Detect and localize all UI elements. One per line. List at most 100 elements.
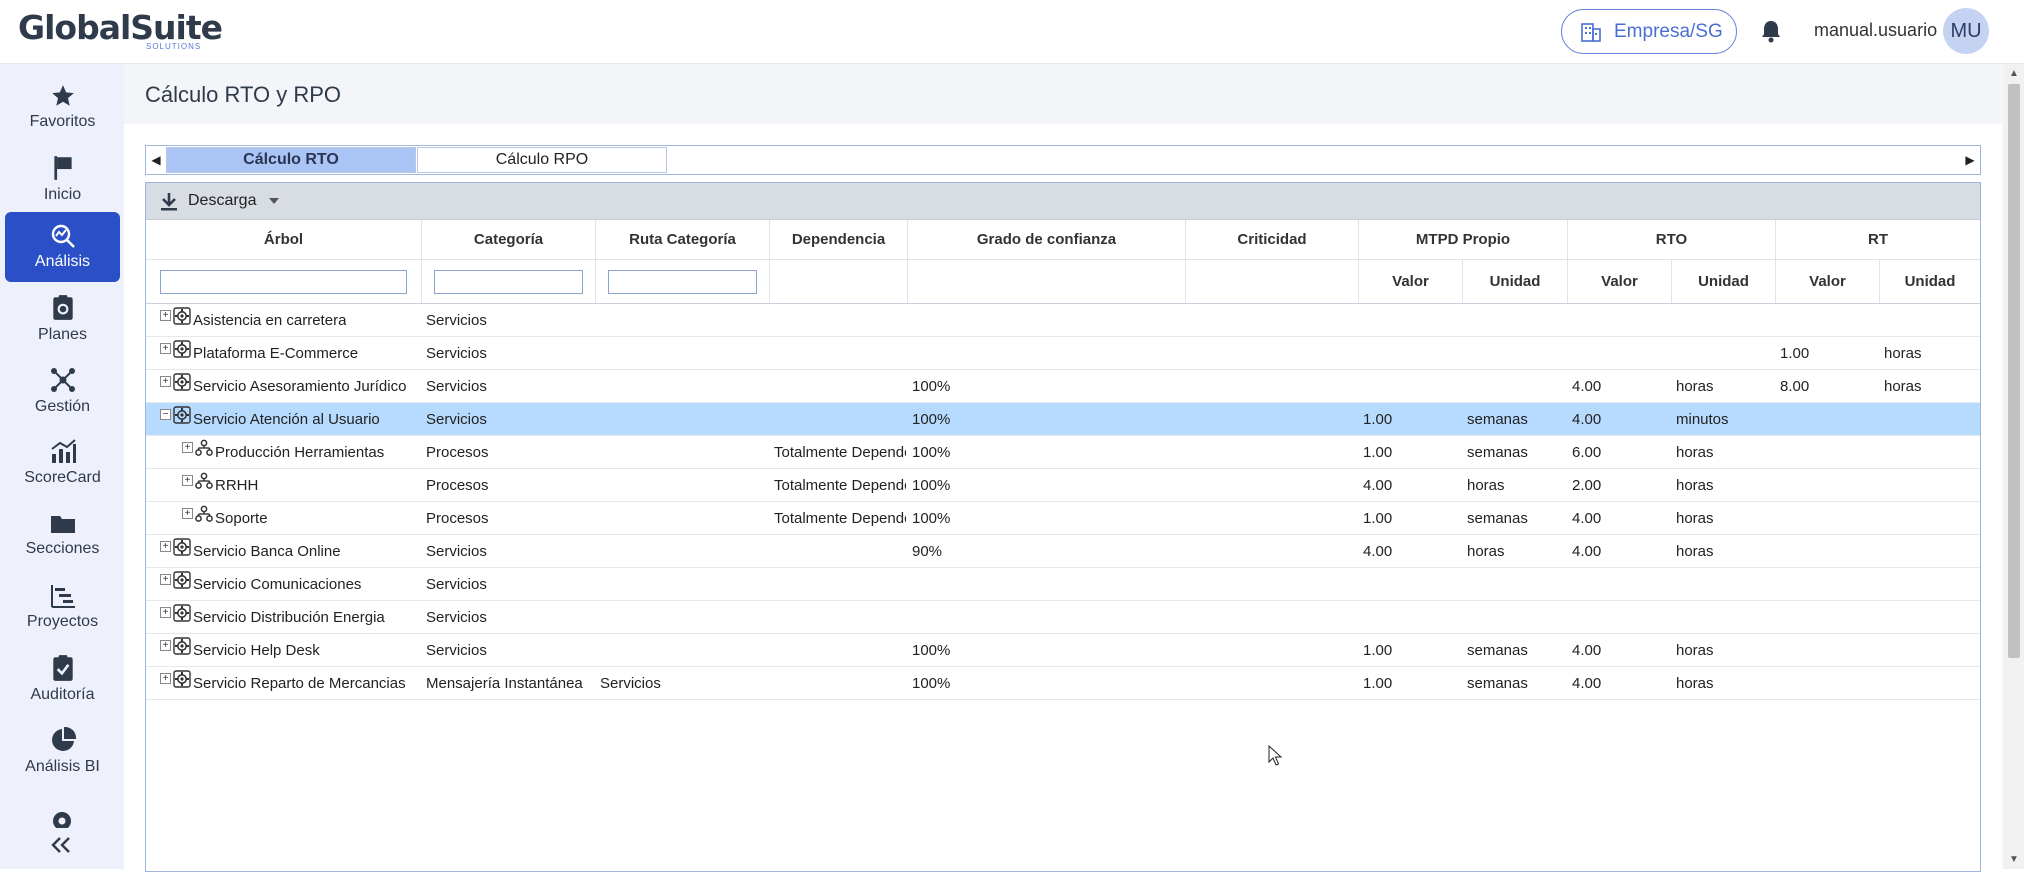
logo[interactable]: GlobalSuite SOLUTIONS	[18, 8, 223, 56]
tab-scroll-right-icon[interactable]: ▶	[1960, 146, 1980, 174]
process-icon	[195, 469, 213, 502]
filter-cell-criticidad	[1186, 260, 1359, 303]
row-name[interactable]: Servicio Help Desk	[193, 634, 320, 667]
data-grid: Descarga Árbol Categoría Ruta Categoría …	[145, 182, 1981, 872]
sidebar-item-secciones[interactable]: Secciones	[5, 500, 120, 570]
cell-categoria: Servicios	[426, 411, 487, 428]
expand-icon[interactable]: +	[182, 508, 193, 519]
cell-dependencia: Totalmente Dependc	[774, 444, 906, 461]
expand-icon[interactable]: +	[182, 442, 193, 453]
sidebar-item-planes[interactable]: Planes	[5, 284, 120, 354]
row-name[interactable]: Plataforma E-Commerce	[193, 337, 358, 370]
tab-scroll-left-icon[interactable]: ◀	[146, 146, 166, 174]
expand-icon[interactable]: +	[160, 541, 171, 552]
filter-input-arbol[interactable]	[159, 269, 408, 294]
subheader-rt-valor: Valor	[1776, 260, 1880, 303]
table-row[interactable]: + Producción Herramientas Procesos Totalmen…	[146, 436, 1980, 469]
expand-icon[interactable]: +	[160, 574, 171, 585]
row-name[interactable]: RRHH	[215, 469, 258, 502]
table-row[interactable]: + Plataforma E-Commerce Servicios 1.00 horas	[146, 337, 1980, 370]
bar-chart-icon	[50, 439, 76, 463]
cell-rt-valor: 1.00	[1780, 345, 1810, 362]
table-row[interactable]: + Servicio Distribución Energia Servicios	[146, 601, 1980, 634]
cell-dependencia	[774, 370, 906, 403]
sidebar-item-analisis-bi[interactable]: Análisis BI	[5, 716, 120, 786]
col-header-rt[interactable]: RT	[1776, 220, 1980, 259]
cell-dependencia	[774, 634, 906, 667]
tab-calculo-rto[interactable]: Cálculo RTO	[166, 147, 416, 173]
sidebar-item-auditoria[interactable]: Auditoría	[5, 644, 120, 714]
col-header-grado[interactable]: Grado de confianza	[908, 220, 1186, 259]
col-header-rto[interactable]: RTO	[1568, 220, 1776, 259]
filter-cell-categoria	[422, 260, 596, 303]
filter-input-categoria[interactable]	[434, 269, 583, 294]
col-header-criticidad[interactable]: Criticidad	[1186, 220, 1359, 259]
table-row[interactable]: + Servicio Help Desk Servicios 100% 1.00 sema…	[146, 634, 1980, 667]
tree-cell: + RRHH	[182, 469, 258, 502]
cell-categoria: Servicios	[426, 642, 487, 659]
expand-icon[interactable]: +	[182, 475, 193, 486]
table-row[interactable]: + Servicio Asesoramiento Jurídico Servicio…	[146, 370, 1980, 403]
page-scrollbar[interactable]: ▲ ▼	[2004, 64, 2024, 869]
filter-cell-dependencia	[770, 260, 908, 303]
row-name[interactable]: Servicio Banca Online	[193, 535, 341, 568]
expand-icon[interactable]: +	[160, 607, 171, 618]
expand-icon[interactable]: +	[160, 310, 171, 321]
row-name[interactable]: Servicio Distribución Energia	[193, 601, 385, 634]
col-header-categoria[interactable]: Categoría	[422, 220, 596, 259]
filter-cell-grado	[908, 260, 1186, 303]
row-name[interactable]: Producción Herramientas	[215, 436, 384, 469]
filter-input-ruta[interactable]	[608, 269, 757, 294]
col-header-ruta[interactable]: Ruta Categoría	[596, 220, 770, 259]
row-name[interactable]: Soporte	[215, 502, 268, 535]
row-name[interactable]: Asistencia en carretera	[193, 304, 346, 337]
table-row[interactable]: + Servicio Banca Online Servicios 90% 4.00 ho…	[146, 535, 1980, 568]
sidebar-item-proyectos[interactable]: Proyectos	[5, 572, 120, 642]
download-button[interactable]: Descarga	[188, 192, 256, 210]
table-row[interactable]: + Servicio Comunicaciones Servicios	[146, 568, 1980, 601]
sidebar-item-scorecard[interactable]: ScoreCard	[5, 428, 120, 498]
table-row[interactable]: − Servicio Atención al Usuario Servicios 10…	[146, 403, 1980, 436]
col-header-mtpd[interactable]: MTPD Propio	[1359, 220, 1568, 259]
filter-cell-arbol	[146, 260, 422, 303]
tab-calculo-rpo[interactable]: Cálculo RPO	[417, 147, 667, 173]
notifications-bell-icon[interactable]	[1760, 19, 1782, 48]
scrollbar-thumb[interactable]	[2008, 84, 2020, 658]
sidebar-item-label: Gestión	[34, 398, 91, 415]
table-row[interactable]: + Servicio Reparto de Mercancias Mensajerí…	[146, 667, 1980, 700]
row-name[interactable]: Servicio Atención al Usuario	[193, 403, 380, 436]
expand-icon[interactable]: +	[160, 673, 171, 684]
sidebar-item-inicio[interactable]: Inicio	[5, 144, 120, 214]
cell-mtpd-unidad: horas	[1467, 477, 1505, 494]
collapse-sidebar-icon[interactable]	[50, 836, 72, 859]
cell-grado: 90%	[912, 543, 943, 560]
expand-icon[interactable]: +	[160, 376, 171, 387]
scroll-up-icon[interactable]: ▲	[2009, 68, 2019, 79]
row-name[interactable]: Servicio Asesoramiento Jurídico	[193, 370, 406, 403]
cell-mtpd-valor: 1.00	[1363, 444, 1393, 461]
scroll-down-icon[interactable]: ▼	[2009, 854, 2019, 865]
company-selector-button[interactable]: Empresa/SG	[1561, 9, 1737, 54]
sidebar-item-gestion[interactable]: Gestión	[5, 356, 120, 426]
tab-bar: ◀ Cálculo RTO Cálculo RPO ▶	[145, 145, 1981, 175]
table-row[interactable]: + RRHH Procesos Totalmente Dependc 100% 4.00 h…	[146, 469, 1980, 502]
collapse-icon[interactable]: −	[160, 409, 171, 420]
sidebar-item-analisis[interactable]: Análisis	[5, 212, 120, 282]
row-name[interactable]: Servicio Comunicaciones	[193, 568, 361, 601]
expand-icon[interactable]: +	[160, 640, 171, 651]
top-bar: GlobalSuite SOLUTIONS Empresa/SG manual.…	[0, 0, 2024, 64]
table-row[interactable]: + Asistencia en carretera Servicios	[146, 304, 1980, 337]
tree-cell: + Servicio Asesoramiento Jurídico	[160, 370, 406, 403]
col-header-arbol[interactable]: Árbol	[146, 220, 422, 259]
expand-icon[interactable]: +	[160, 343, 171, 354]
tree-cell: + Servicio Comunicaciones	[160, 568, 361, 601]
chevron-down-icon[interactable]	[268, 197, 280, 205]
row-name[interactable]: Servicio Reparto de Mercancias	[193, 667, 406, 700]
sidebar-item-favoritos[interactable]: Favoritos	[5, 72, 120, 142]
col-header-dependencia[interactable]: Dependencia	[770, 220, 908, 259]
username[interactable]: manual.usuario	[1814, 20, 1937, 41]
settings-gear-icon[interactable]	[49, 808, 75, 833]
cell-categoria: Servicios	[426, 378, 487, 395]
table-row[interactable]: + Soporte Procesos Totalmente Dependc 100% 1.…	[146, 502, 1980, 535]
avatar[interactable]: MU	[1943, 8, 1989, 54]
